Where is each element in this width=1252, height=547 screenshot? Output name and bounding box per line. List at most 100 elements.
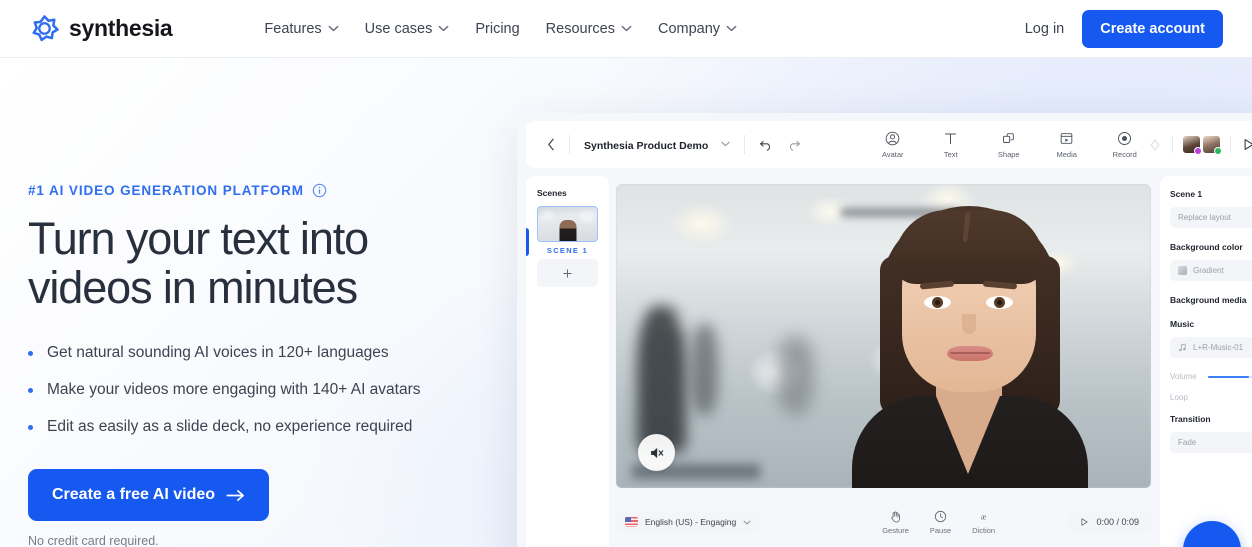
- studio-app-mockup: Synthesia Product Demo Avatar Text Shape…: [517, 113, 1252, 547]
- info-circle-icon[interactable]: [312, 183, 327, 198]
- hero-title-line2: videos in minutes: [28, 262, 358, 313]
- background-color-field[interactable]: Gradient: [1170, 260, 1252, 281]
- toolbar-divider: [1230, 136, 1231, 153]
- loop-label: Loop: [1170, 393, 1188, 402]
- tool-label: Media: [1056, 149, 1077, 159]
- project-title: Synthesia Product Demo: [584, 139, 709, 152]
- tool-pause[interactable]: Pause: [930, 510, 951, 535]
- main-navigation: Features Use cases Pricing Resources Com…: [264, 21, 737, 37]
- site-header: synthesia Features Use cases Pricing Res…: [0, 0, 1252, 58]
- record-icon: [1118, 131, 1132, 145]
- speaker-mute-icon: [650, 447, 663, 458]
- share-icon[interactable]: [1148, 138, 1162, 152]
- tool-shape[interactable]: Shape: [991, 131, 1027, 159]
- tool-label: Record: [1112, 149, 1137, 159]
- voice-label: English (US) - Engaging: [645, 517, 737, 527]
- scene-label: SCENE 1: [546, 246, 589, 255]
- create-free-ai-video-button[interactable]: Create a free AI video: [28, 469, 270, 521]
- chevron-down-icon: [621, 25, 632, 32]
- nav-label: Company: [657, 20, 721, 37]
- playback-time[interactable]: 0:00 / 0:09: [1067, 511, 1151, 533]
- synthesia-landing-page: synthesia Features Use cases Pricing Res…: [0, 0, 1252, 547]
- bullet-dot-icon: [28, 425, 33, 430]
- list-item: Edit as easily as a slide deck, no exper…: [28, 417, 498, 437]
- list-item: Get natural sounding AI voices in 120+ l…: [28, 343, 498, 363]
- chevron-down-icon: [438, 25, 449, 32]
- volume-row: Volume: [1170, 372, 1252, 381]
- no-credit-card-note: No credit card required.: [28, 534, 159, 547]
- music-heading: Music: [1170, 319, 1195, 329]
- nav-item-company[interactable]: Company: [658, 21, 737, 37]
- brand-logo[interactable]: synthesia: [29, 13, 173, 44]
- voice-selector[interactable]: English (US) - Engaging: [616, 511, 761, 533]
- transition-value: Fade: [1178, 438, 1197, 447]
- tool-media[interactable]: Media: [1049, 131, 1085, 159]
- chevron-left-icon[interactable]: [547, 138, 555, 151]
- hero-eyebrow-text: #1 AI VIDEO GENERATION PLATFORM: [28, 183, 304, 198]
- svg-text:æ: æ: [981, 512, 987, 521]
- nav-label: Resources: [545, 20, 615, 37]
- synthesia-star-logo-icon: [32, 15, 59, 42]
- add-scene-button[interactable]: [537, 259, 598, 287]
- shape-icon: [1003, 132, 1015, 143]
- tool-label: Avatar: [881, 149, 904, 159]
- toolbar-divider: [743, 135, 745, 154]
- studio-toolbar-right: [1148, 136, 1252, 155]
- loop-row[interactable]: Loop: [1170, 393, 1252, 402]
- script-control-bar: English (US) - Engaging Gesture Pause æ …: [616, 496, 1151, 547]
- avatar[interactable]: [1183, 136, 1202, 155]
- project-title-dropdown[interactable]: Synthesia Product Demo: [584, 136, 730, 154]
- tool-diction[interactable]: æ Diction: [972, 510, 995, 535]
- redo-icon[interactable]: [787, 139, 801, 151]
- tool-avatar[interactable]: Avatar: [875, 131, 911, 159]
- studio-toolbar: Synthesia Product Demo Avatar Text Shape…: [526, 121, 1252, 168]
- nav-item-resources[interactable]: Resources: [546, 21, 632, 37]
- background-person-silhouette: [776, 336, 814, 416]
- background-person-silhouette: [690, 323, 718, 416]
- chevron-down-icon: [721, 142, 730, 147]
- chevron-down-icon: [328, 25, 339, 32]
- chevron-down-icon: [743, 520, 751, 524]
- music-note-icon: [1179, 343, 1186, 352]
- background-color-heading: Background color: [1170, 242, 1243, 252]
- plus-icon: [563, 268, 572, 278]
- mute-button[interactable]: [638, 434, 675, 471]
- create-account-button[interactable]: Create account: [1082, 9, 1223, 48]
- diction-ae-icon: æ: [981, 512, 987, 521]
- music-track-field[interactable]: L+R-Music-01: [1170, 337, 1252, 358]
- play-icon: [1081, 518, 1088, 526]
- media-icon: [1060, 132, 1073, 144]
- scene-thumbnail[interactable]: [537, 206, 598, 242]
- list-item: Make your videos more engaging with 140+…: [28, 380, 498, 400]
- volume-label: Volume: [1170, 372, 1197, 381]
- tool-label: Shape: [997, 149, 1020, 159]
- tool-text[interactable]: Text: [933, 131, 969, 159]
- video-canvas[interactable]: [616, 184, 1151, 488]
- tool-label: Gesture: [882, 525, 909, 535]
- replace-layout-button[interactable]: Replace layout: [1170, 207, 1252, 228]
- bullet-dot-icon: [28, 388, 33, 393]
- nav-item-use-cases[interactable]: Use cases: [365, 21, 450, 37]
- transition-field[interactable]: Fade: [1170, 432, 1252, 453]
- hero-benefit-list: Get natural sounding AI voices in 120+ l…: [28, 343, 498, 437]
- login-link[interactable]: Log in: [1025, 21, 1065, 37]
- bullet-dot-icon: [28, 351, 33, 356]
- nav-item-pricing[interactable]: Pricing: [475, 21, 519, 37]
- nav-item-features[interactable]: Features: [264, 20, 339, 37]
- nav-label: Features: [264, 20, 322, 37]
- volume-slider[interactable]: [1208, 375, 1252, 378]
- tool-record[interactable]: Record: [1107, 131, 1143, 159]
- hero-title-line1: Turn your text into: [28, 213, 369, 264]
- chevron-down-icon: [726, 25, 737, 32]
- tool-gesture[interactable]: Gesture: [882, 510, 909, 535]
- nav-label: Use cases: [364, 20, 433, 37]
- undo-icon[interactable]: [759, 139, 773, 151]
- avatar[interactable]: [1203, 136, 1222, 155]
- scene-heading: Scene 1: [1170, 189, 1203, 199]
- bullet-text: Get natural sounding AI voices in 120+ l…: [47, 344, 389, 361]
- us-flag-icon: [625, 517, 638, 527]
- tool-label: Pause: [929, 525, 952, 535]
- play-icon[interactable]: [1241, 137, 1252, 152]
- ai-avatar-presenter: [818, 196, 1118, 488]
- gradient-label: Gradient: [1193, 266, 1224, 275]
